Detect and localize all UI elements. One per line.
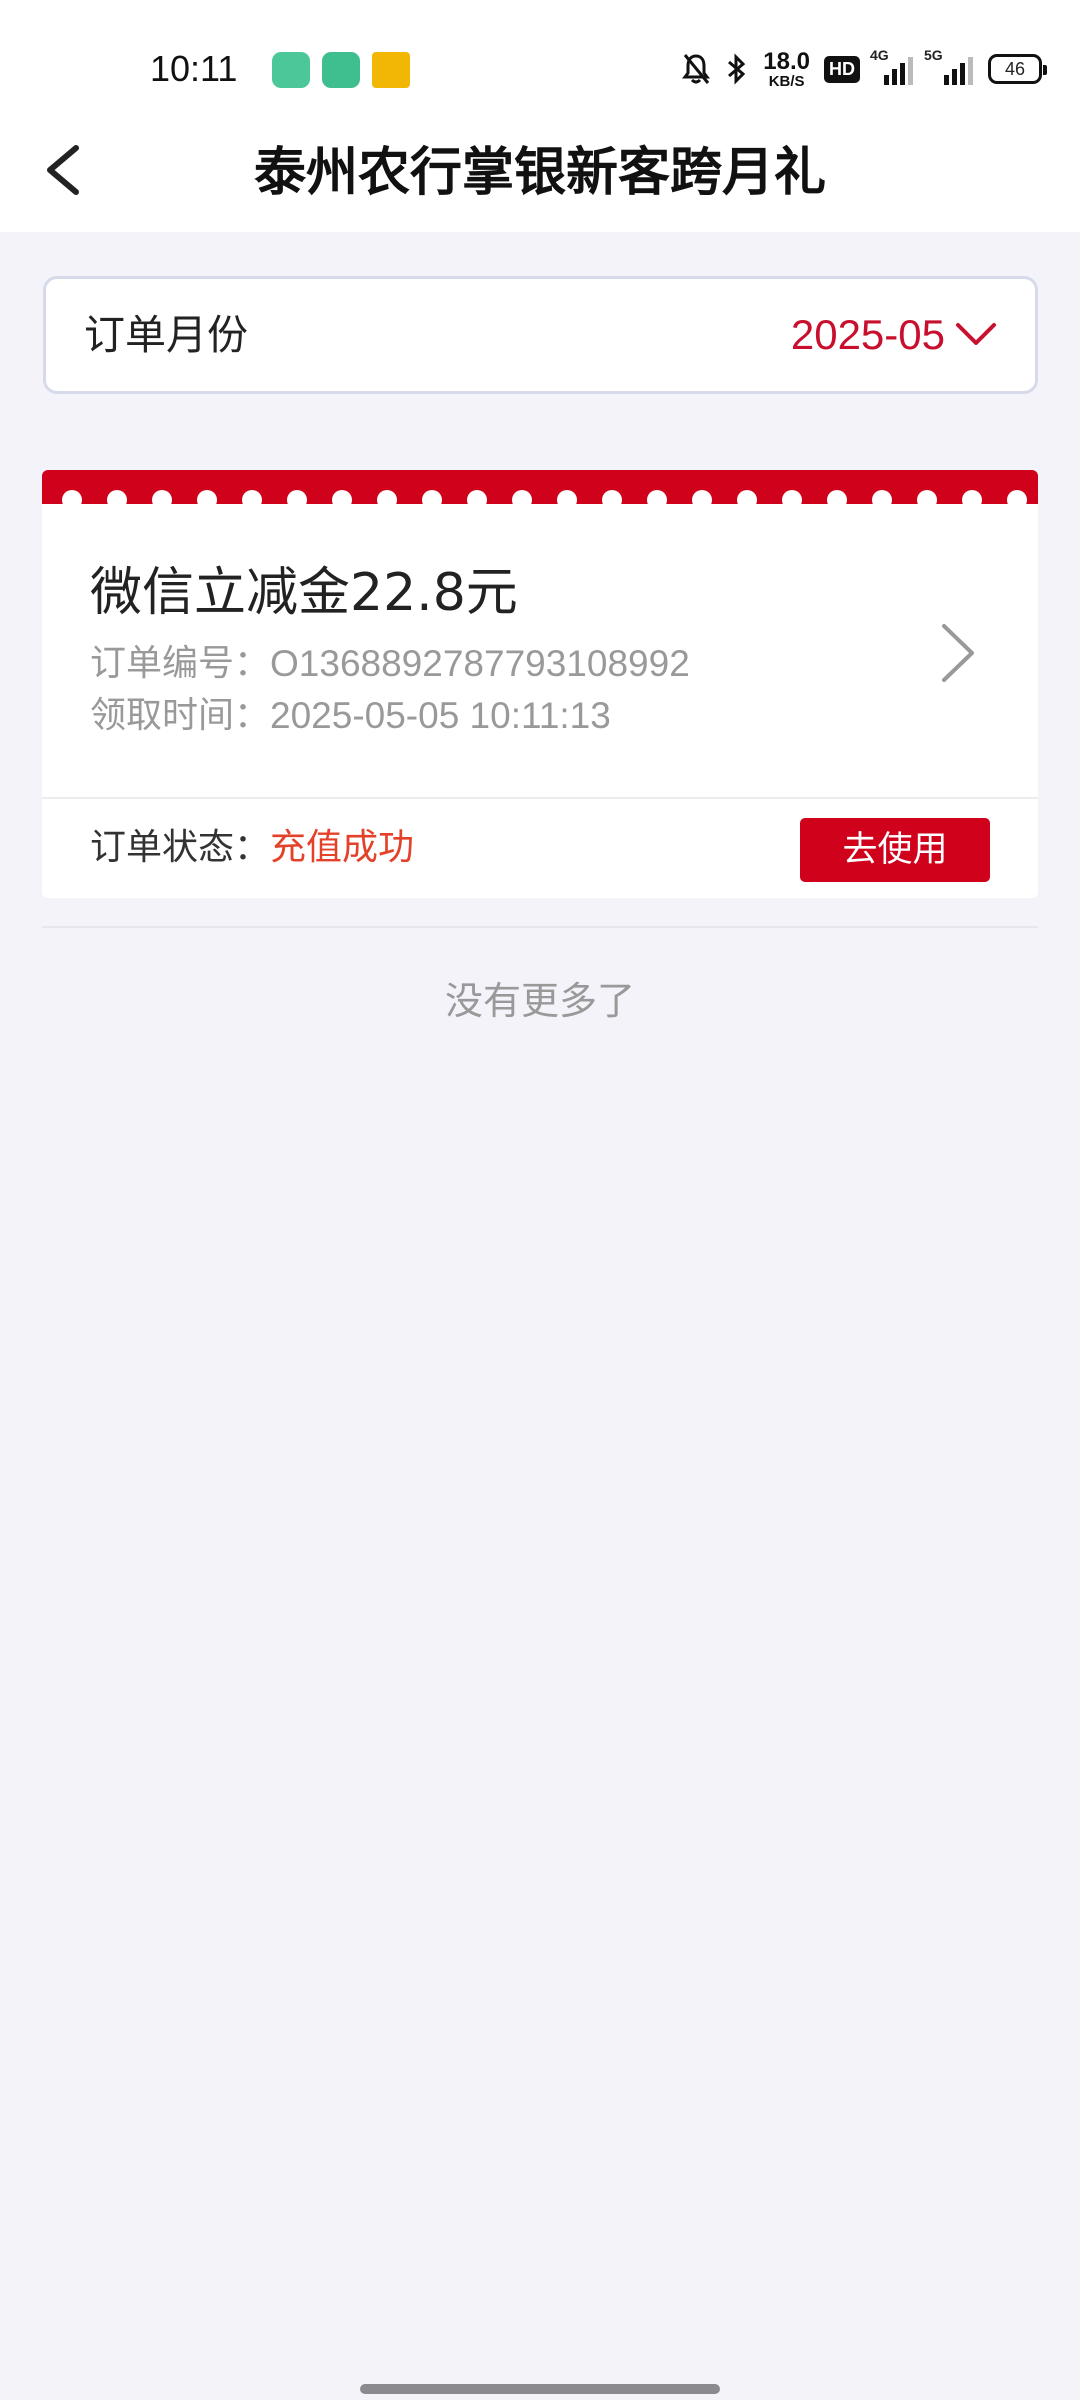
scallop-dot [422,490,442,504]
scallop-dot [287,490,307,504]
bell-muted-icon [682,54,711,84]
chevron-down-icon[interactable] [955,321,997,347]
scallop-dot [782,490,802,504]
scallop-dot [467,490,487,504]
battery-icon: 46 [988,54,1047,84]
list-end-text: 没有更多了 [444,979,635,1023]
chevron-right-icon[interactable] [938,622,978,684]
claim-time-value: 2025-05-05 10:11:13 [270,695,611,736]
order-status: 订单状态：充值成功 [90,818,414,878]
status-time: 10:11 [150,48,238,89]
status-bar: 10:11 18.0 KB/S HD 4G 5G 46 [0,0,1080,140]
card-divider [42,797,1038,799]
page-title: 泰州农行掌银新客跨月礼 [253,143,826,203]
sim1-signal-icon: 4G [870,47,914,85]
order-status-value: 充值成功 [270,827,415,868]
scallop-dot [692,490,712,504]
scallop-dot [557,490,577,504]
month-selector[interactable]: 订单月份 2025-05 [43,276,1038,394]
scallop-dot [197,490,217,504]
home-indicator[interactable] [360,2384,720,2394]
scallop-dot [107,490,127,504]
order-number-row: 订单编号： O136889278779310899​2 [90,638,690,690]
sim2-signal-icon: 5G [924,47,974,85]
order-status-label: 订单状态： [90,827,271,868]
shield-notification-icon [322,52,360,88]
app-notification-icon [272,52,310,88]
scallop-dot [872,490,892,504]
scallop-dot [242,490,262,504]
bluetooth-icon [728,53,746,85]
order-meta: 订单编号： O136889278779310899​2 领取时间： 2025-0… [90,638,690,742]
scalloped-edge [62,490,1027,504]
order-number-label: 订单编号： [90,643,271,684]
scallop-dot [1007,490,1027,504]
scallop-dot [152,490,172,504]
scallop-dot [827,490,847,504]
claim-time-row: 领取时间： 2025-05-05 10:11:13 [90,690,690,742]
scallop-dot [647,490,667,504]
folder-notification-icon [372,52,410,88]
sim2-network-label: 5G [924,47,943,63]
ticket-edge-decoration [42,470,1038,504]
month-selector-value[interactable]: 2025-05 [791,279,945,391]
hd-badge: HD [824,55,860,83]
network-speed-value: 18.0 [763,47,810,75]
list-divider [42,926,1038,928]
sim1-network-label: 4G [870,47,889,63]
network-speed-unit: KB/S [768,72,805,90]
scallop-dot [602,490,622,504]
claim-time-label: 领取时间： [90,695,271,736]
month-selector-label: 订单月份 [84,311,248,359]
scallop-dot [332,490,352,504]
order-title: 微信立减金22.8元 [90,563,518,623]
scallop-dot [62,490,82,504]
scallop-dot [512,490,532,504]
scallop-dot [737,490,757,504]
network-speed: 18.0 KB/S [763,47,810,90]
scallop-dot [962,490,982,504]
order-number-value: O136889278779310899​2 [270,643,690,684]
scallop-dot [377,490,397,504]
order-card[interactable]: 微信立减金22.8元 订单编号： O136889278779310899​2 领… [42,470,1038,898]
nav-bar: 泰州农行掌银新客跨月礼 [0,140,1080,232]
use-button[interactable]: 去使用 [800,818,990,882]
scallop-dot [917,490,937,504]
